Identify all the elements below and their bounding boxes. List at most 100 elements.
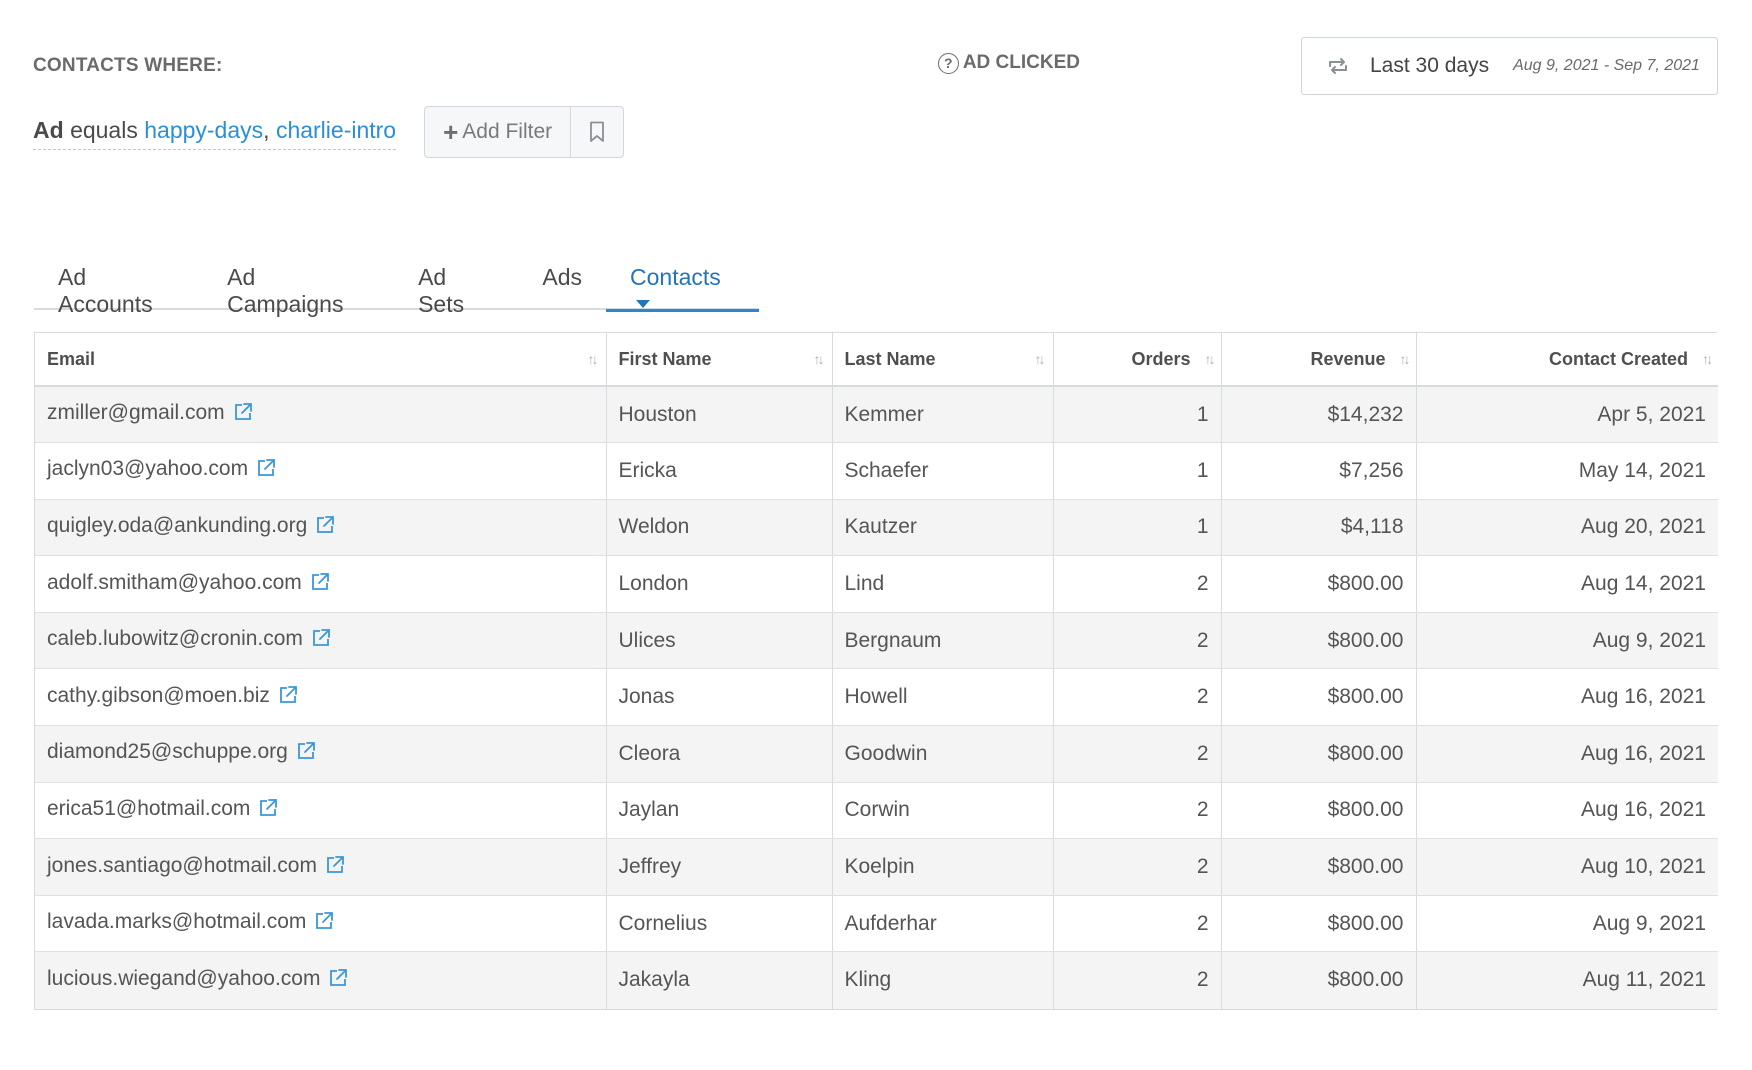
date-range-picker[interactable]: Last 30 days Aug 9, 2021 - Sep 7, 2021: [1301, 37, 1718, 95]
cell-last-name: Kemmer: [832, 386, 1054, 444]
cell-first-name: Cornelius: [606, 895, 833, 953]
cell-orders: 1: [1053, 442, 1222, 500]
table-row[interactable]: caleb.lubowitz@cronin.com Ulices Bergnaum 2…: [35, 612, 1718, 670]
email-text: erica51@hotmail.com: [47, 796, 251, 820]
cell-revenue: $800.00: [1221, 782, 1417, 840]
external-link-icon[interactable]: [258, 798, 278, 824]
attribution-label[interactable]: ? AD CLICKED: [937, 52, 1080, 74]
bookmark-button[interactable]: [571, 107, 623, 157]
column-header-orders[interactable]: Orders ↑↓: [1053, 333, 1222, 387]
tab-ad-sets[interactable]: Ad Sets: [394, 258, 518, 317]
table-row[interactable]: diamond25@schuppe.org Cleora Goodwin 2 $800.…: [35, 725, 1718, 783]
external-link-icon[interactable]: [256, 458, 276, 484]
filter-value-2: charlie-intro: [275, 116, 397, 143]
cell-orders: 2: [1053, 838, 1222, 896]
cell-revenue: $7,256: [1221, 442, 1417, 500]
table-row[interactable]: cathy.gibson@moen.biz Jonas Howell 2 $800.00…: [35, 668, 1718, 727]
bookmark-icon: [590, 121, 605, 142]
plus-icon: +: [443, 117, 459, 147]
cell-contact-created: Aug 20, 2021: [1416, 499, 1718, 557]
sort-icon: ↑↓: [1034, 351, 1046, 367]
cell-first-name: Cleora: [606, 725, 833, 783]
cell-revenue: $800.00: [1221, 555, 1417, 613]
cell-first-name: London: [606, 555, 833, 613]
repeat-icon: [1329, 58, 1347, 74]
email-text: zmiller@gmail.com: [47, 401, 225, 425]
contacts-table: Email ↑↓ First Name ↑↓ Last Name ↑↓ Orders ↑…: [34, 332, 1718, 1010]
column-header-first-name[interactable]: First Name ↑↓: [606, 333, 833, 387]
table-row[interactable]: jones.santiago@hotmail.com Jeffrey Koelpin…: [35, 838, 1718, 896]
cell-first-name: Jakayla: [606, 951, 833, 1009]
filter-value-1: happy-days: [144, 116, 264, 143]
external-link-icon[interactable]: [315, 515, 335, 541]
cell-orders: 2: [1053, 782, 1222, 840]
external-link-icon[interactable]: [328, 968, 348, 994]
cell-revenue: $800.00: [1221, 951, 1417, 1009]
active-filter[interactable]: Ad equals happy-days, charlie-intro: [33, 115, 397, 150]
date-range-dates: Aug 9, 2021 - Sep 7, 2021: [1513, 57, 1700, 74]
cell-orders: 2: [1053, 895, 1222, 953]
cell-last-name: Koelpin: [832, 838, 1054, 896]
cell-orders: 1: [1053, 386, 1222, 444]
cell-email: jones.santiago@hotmail.com: [35, 838, 607, 896]
cell-revenue: $800.00: [1221, 838, 1417, 896]
email-text: jones.santiago@hotmail.com: [47, 853, 317, 877]
tab-contacts-label: Contacts: [630, 264, 721, 290]
tab-ad-campaigns[interactable]: Ad Campaigns: [203, 258, 394, 317]
external-link-icon[interactable]: [325, 855, 345, 881]
filter-heading: CONTACTS WHERE:: [33, 55, 223, 76]
email-text: jaclyn03@yahoo.com: [47, 457, 249, 481]
table-row[interactable]: lucious.wiegand@yahoo.com Jakayla Kling 2 $8…: [35, 951, 1718, 1009]
add-filter-button[interactable]: + Add Filter: [425, 107, 572, 157]
cell-email: caleb.lubowitz@cronin.com: [35, 612, 607, 670]
sort-icon: ↑↓: [813, 351, 825, 367]
external-link-icon[interactable]: [314, 911, 334, 937]
external-link-icon[interactable]: [296, 741, 316, 767]
cell-email: jaclyn03@yahoo.com: [35, 442, 607, 500]
table-row[interactable]: erica51@hotmail.com Jaylan Corwin 2 $800.00 A…: [35, 782, 1718, 840]
email-text: diamond25@schuppe.org: [47, 740, 288, 764]
table-row[interactable]: jaclyn03@yahoo.com Ericka Schaefer 1 $7,256 M…: [35, 442, 1718, 500]
table-row[interactable]: zmiller@gmail.com Houston Kemmer 1 $14,232 Ap…: [35, 386, 1718, 444]
cell-email: erica51@hotmail.com: [35, 782, 607, 840]
cell-first-name: Ericka: [606, 442, 833, 500]
cell-last-name: Bergnaum: [832, 612, 1054, 670]
external-link-icon[interactable]: [278, 685, 298, 711]
cell-contact-created: Aug 10, 2021: [1416, 838, 1718, 896]
cell-email: lavada.marks@hotmail.com: [35, 895, 607, 953]
cell-orders: 2: [1053, 612, 1222, 670]
cell-contact-created: Aug 9, 2021: [1416, 895, 1718, 953]
cell-orders: 2: [1053, 555, 1222, 613]
column-header-email[interactable]: Email ↑↓: [35, 333, 607, 387]
sort-icon: ↑↓: [1204, 351, 1216, 367]
cell-last-name: Schaefer: [832, 442, 1054, 500]
cell-revenue: $4,118: [1221, 499, 1417, 557]
sort-icon: ↑↓: [1702, 351, 1713, 367]
tab-ads[interactable]: Ads: [518, 258, 606, 310]
sort-icon: ↑↓: [1399, 351, 1411, 367]
cell-revenue: $800.00: [1221, 612, 1417, 670]
column-header-revenue[interactable]: Revenue ↑↓: [1221, 333, 1417, 387]
tab-contacts[interactable]: Contacts: [606, 258, 759, 312]
cell-email: quigley.oda@ankunding.org: [35, 499, 607, 557]
cell-last-name: Goodwin: [832, 725, 1054, 783]
table-row[interactable]: adolf.smitham@yahoo.com London Lind 2 $800.0…: [35, 555, 1718, 613]
contacts-report-page: CONTACTS WHERE: Ad equals happy-days, ch…: [0, 0, 1752, 1070]
tab-ad-accounts[interactable]: Ad Accounts: [34, 258, 203, 317]
cell-orders: 2: [1053, 951, 1222, 1009]
cell-orders: 2: [1053, 725, 1222, 783]
table-row[interactable]: lavada.marks@hotmail.com Cornelius Aufderh…: [35, 895, 1718, 953]
cell-email: cathy.gibson@moen.biz: [35, 668, 607, 727]
sort-icon: ↑↓: [587, 351, 599, 367]
column-header-contact-created[interactable]: Contact Created ↑↓: [1416, 333, 1718, 387]
column-header-last-name[interactable]: Last Name ↑↓: [832, 333, 1054, 387]
cell-last-name: Aufderhar: [832, 895, 1054, 953]
table-body: zmiller@gmail.com Houston Kemmer 1 $14,232 Ap…: [35, 386, 1718, 1009]
cell-contact-created: Apr 5, 2021: [1416, 386, 1718, 444]
cell-first-name: Ulices: [606, 612, 833, 670]
cell-first-name: Jonas: [606, 668, 833, 727]
external-link-icon[interactable]: [310, 572, 330, 598]
external-link-icon[interactable]: [233, 402, 253, 428]
external-link-icon[interactable]: [311, 628, 331, 654]
table-row[interactable]: quigley.oda@ankunding.org Weldon Kautzer 1 $…: [35, 499, 1718, 557]
